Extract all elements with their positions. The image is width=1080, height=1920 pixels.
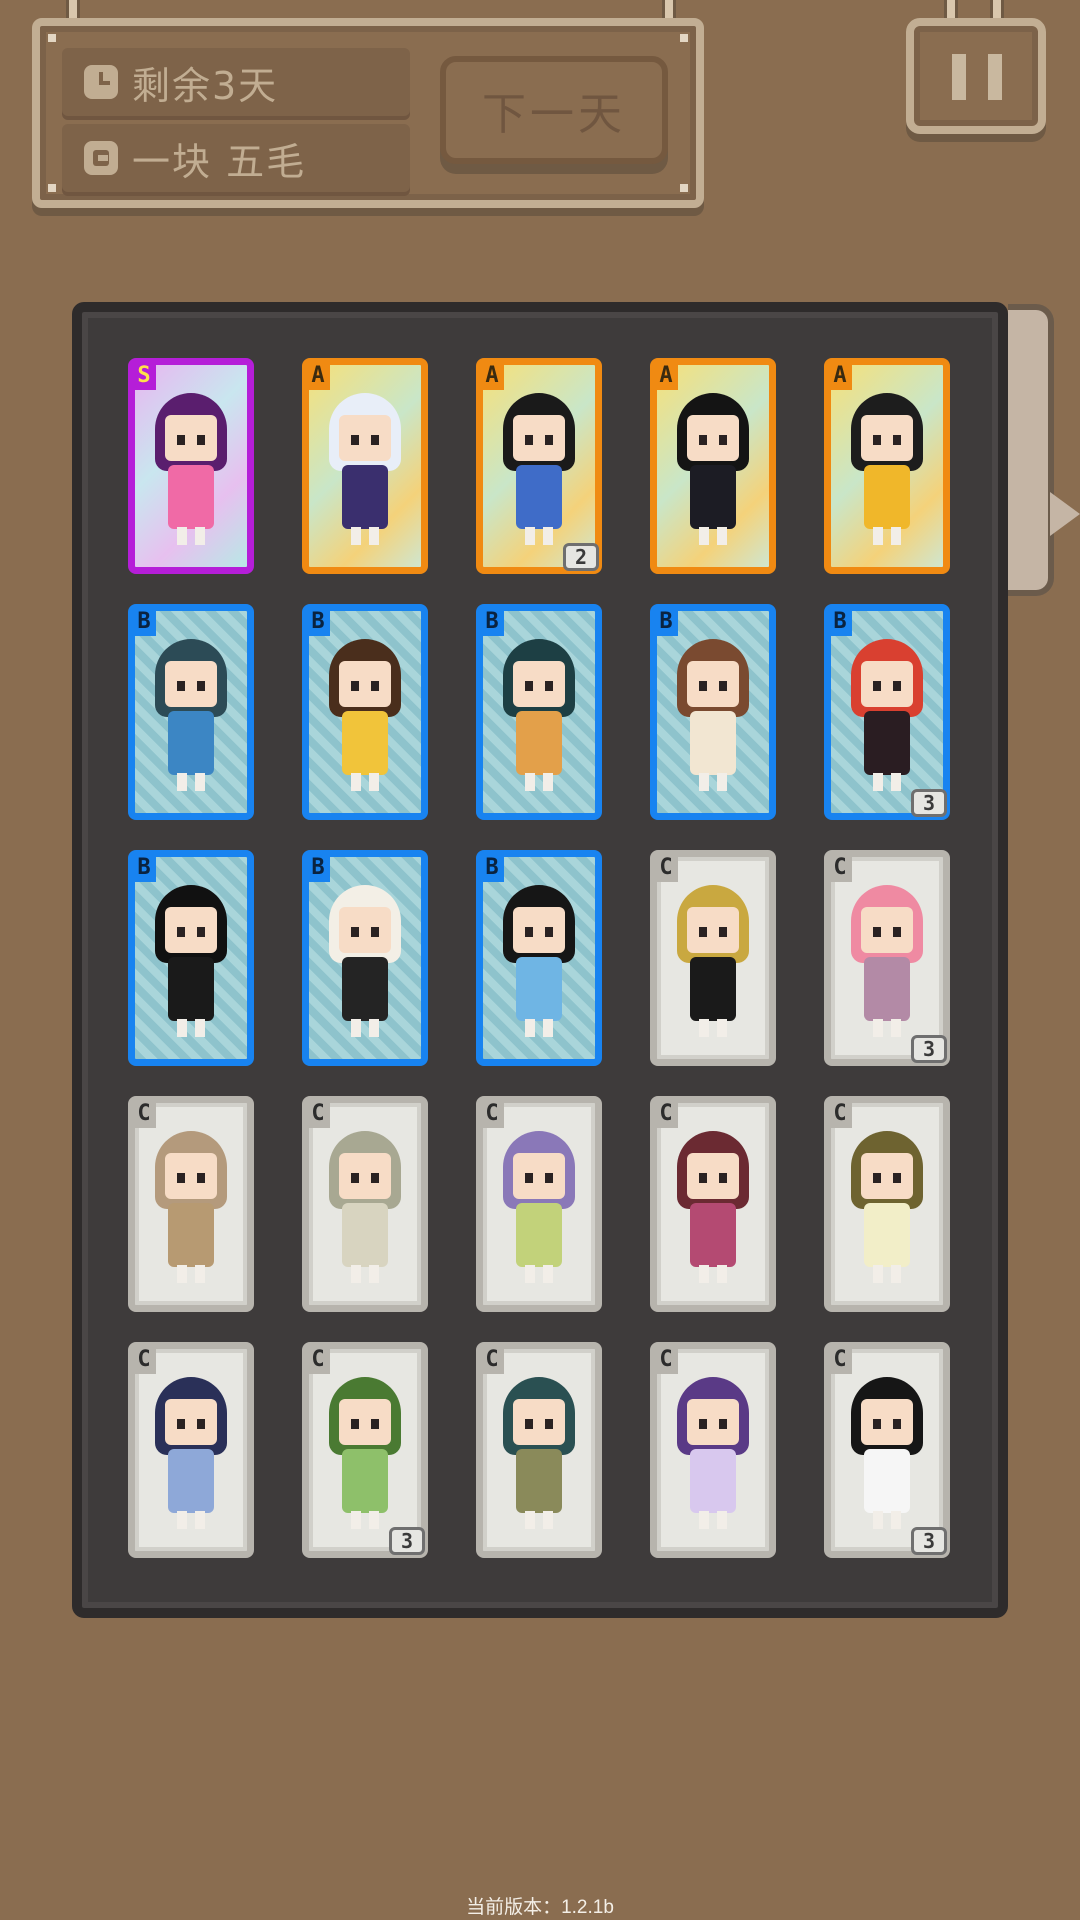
character-card[interactable]: C — [650, 1342, 776, 1558]
character-card[interactable]: A — [824, 358, 950, 574]
character-card[interactable]: B — [650, 604, 776, 820]
board-nail — [48, 184, 56, 192]
character-sprite — [141, 1357, 241, 1537]
character-card[interactable]: C — [128, 1342, 254, 1558]
character-sprite — [141, 373, 241, 553]
money-row: 一块 五毛 — [62, 124, 410, 192]
panel-side-tab[interactable] — [1008, 304, 1054, 596]
card-count-badge: 2 — [563, 543, 599, 571]
card-count-badge: 3 — [911, 789, 947, 817]
card-count-badge: 3 — [911, 1035, 947, 1063]
pause-icon — [952, 54, 966, 100]
character-sprite — [489, 619, 589, 799]
character-card[interactable]: C3 — [824, 850, 950, 1066]
character-sprite — [663, 1111, 763, 1291]
game-screen: 剩余3天 一块 五毛 下一天 SAA2AABBBBB3BBBCC3CCCCCCC… — [0, 0, 1080, 1920]
character-card[interactable]: C — [650, 1096, 776, 1312]
character-card[interactable]: C3 — [302, 1342, 428, 1558]
days-left-row: 剩余3天 — [62, 48, 410, 116]
character-sprite — [837, 619, 937, 799]
character-sprite — [315, 619, 415, 799]
pause-button[interactable] — [906, 18, 1046, 134]
character-card[interactable]: A — [650, 358, 776, 574]
board-nail — [48, 34, 56, 42]
character-card[interactable]: B — [302, 604, 428, 820]
character-card[interactable]: B3 — [824, 604, 950, 820]
card-count-badge: 3 — [911, 1527, 947, 1555]
card-count-badge: 3 — [389, 1527, 425, 1555]
character-sprite — [141, 865, 241, 1045]
status-board: 剩余3天 一块 五毛 下一天 — [32, 18, 704, 208]
character-sprite — [837, 1357, 937, 1537]
character-sprite — [663, 619, 763, 799]
next-day-button[interactable]: 下一天 — [440, 56, 668, 164]
character-sprite — [837, 1111, 937, 1291]
clock-icon — [84, 65, 118, 99]
character-card[interactable]: B — [476, 850, 602, 1066]
character-sprite — [663, 865, 763, 1045]
character-card[interactable]: C — [476, 1096, 602, 1312]
character-sprite — [489, 1111, 589, 1291]
version-label: 当前版本：1.2.1b — [466, 1897, 614, 1918]
character-sprite — [663, 373, 763, 553]
character-card[interactable]: C — [476, 1342, 602, 1558]
character-card[interactable]: B — [128, 604, 254, 820]
character-card[interactable]: B — [476, 604, 602, 820]
character-card[interactable]: B — [128, 850, 254, 1066]
character-sprite — [315, 373, 415, 553]
character-card[interactable]: S — [128, 358, 254, 574]
character-sprite — [489, 865, 589, 1045]
character-sprite — [315, 865, 415, 1045]
character-card[interactable]: A — [302, 358, 428, 574]
side-tab-arrow-icon — [1050, 492, 1080, 536]
character-card[interactable]: A2 — [476, 358, 602, 574]
money-text: 一块 五毛 — [132, 139, 307, 184]
character-sprite — [315, 1111, 415, 1291]
character-sprite — [141, 1111, 241, 1291]
days-left-text: 剩余3天 — [132, 63, 279, 108]
character-sprite — [141, 619, 241, 799]
character-card[interactable]: C — [128, 1096, 254, 1312]
coin-icon — [84, 141, 118, 175]
character-card[interactable]: C — [302, 1096, 428, 1312]
character-sprite — [315, 1357, 415, 1537]
character-card[interactable]: C — [650, 850, 776, 1066]
character-card[interactable]: C — [824, 1096, 950, 1312]
character-sprite — [489, 1357, 589, 1537]
character-sprite — [837, 373, 937, 553]
pause-icon-bar — [988, 54, 1002, 100]
board-nail — [680, 34, 688, 42]
character-sprite — [489, 373, 589, 553]
character-card[interactable]: C3 — [824, 1342, 950, 1558]
character-sprite — [837, 865, 937, 1045]
board-nail — [680, 184, 688, 192]
character-sprite — [663, 1357, 763, 1537]
character-card[interactable]: B — [302, 850, 428, 1066]
